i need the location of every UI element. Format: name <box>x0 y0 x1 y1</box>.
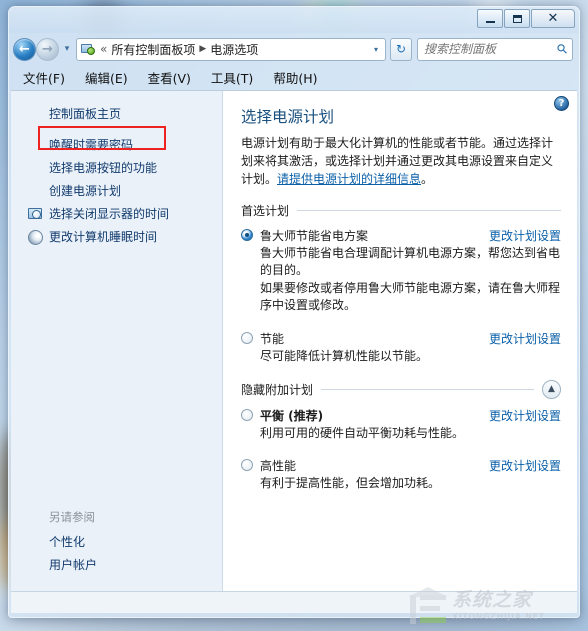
power-plan-row[interactable]: 鲁大师节能省电方案 更改计划设置 <box>241 227 561 244</box>
group-divider <box>297 210 561 211</box>
see-also-section: 另请参阅 个性化 用户帐户 <box>11 505 222 591</box>
power-plan-name: 高性能 <box>260 459 297 474</box>
power-plan-radio[interactable] <box>241 459 253 472</box>
hidden-plans-label: 隐藏附加计划 <box>241 382 314 397</box>
power-plan-row[interactable]: 高性能 更改计划设置 <box>241 457 561 474</box>
power-plan-radio[interactable] <box>241 408 253 421</box>
power-plan-details-link[interactable]: 请提供电源计划的详细信息 <box>277 172 421 186</box>
power-plan-item: 鲁大师节能省电方案 更改计划设置 鲁大师节能省电合理调配计算机电源方案，帮您达到… <box>241 227 561 315</box>
chevron-up-icon[interactable]: ▲ <box>542 379 561 399</box>
power-plan-name: 鲁大师节能省电方案 <box>260 229 369 243</box>
menu-view[interactable]: 查看(V) <box>148 68 191 87</box>
page-description: 电源计划有助于最大化计算机的性能或者节能。通过选择计划来将其激活，或选择计划并通… <box>241 134 559 188</box>
back-arrow-icon[interactable]: ← <box>13 37 36 61</box>
power-plan-radio-selected[interactable] <box>241 229 253 241</box>
breadcrumb-overflow-icon[interactable]: « <box>100 42 107 56</box>
sidebar-item-control-panel-home[interactable]: 控制面板主页 <box>11 103 222 134</box>
sidebar-item-choose-display-off-time[interactable]: 选择关闭显示器的时间 <box>11 203 222 226</box>
search-input[interactable] <box>422 41 559 57</box>
page-description-tail: 。 <box>421 172 434 186</box>
menu-help[interactable]: 帮助(H) <box>273 68 317 87</box>
change-plan-settings-link[interactable]: 更改计划设置 <box>489 227 561 244</box>
sidebar-item-change-computer-sleep-time[interactable]: 更改计算机睡眠时间 <box>11 226 222 249</box>
menu-edit[interactable]: 编辑(E) <box>85 68 128 87</box>
power-plan-radio[interactable] <box>241 331 253 344</box>
power-plan-item: 节能 更改计划设置 尽可能降低计算机性能以节能。 <box>241 330 561 365</box>
sidebar-item-choose-power-button-action[interactable]: 选择电源按钮的功能 <box>11 157 222 180</box>
main-panel: ? 选择电源计划 电源计划有助于最大化计算机的性能或者节能。通过选择计划来将其激… <box>223 91 577 591</box>
change-plan-settings-link[interactable]: 更改计划设置 <box>489 330 561 347</box>
page-title: 选择电源计划 <box>241 108 335 126</box>
history-dropdown-icon[interactable]: ▾ <box>61 44 73 54</box>
navigation-bar: ← → ▾ « 所有控制面板项 ▶ 电源选项 ▾ ↻ ⚲ <box>9 33 579 65</box>
close-icon: ✕ <box>547 11 559 26</box>
help-icon[interactable]: ? <box>554 96 569 111</box>
maximize-icon <box>512 14 522 23</box>
control-panel-icon <box>81 42 96 57</box>
power-plan-item: 平衡 (推荐) 更改计划设置 利用可用的硬件自动平衡功耗与性能。 <box>241 407 561 442</box>
breadcrumb-separator-icon: ▶ <box>199 44 207 54</box>
minimize-button[interactable] <box>477 9 503 28</box>
sidebar-item-create-power-plan[interactable]: 创建电源计划 <box>11 180 222 203</box>
status-bar <box>11 591 577 613</box>
sidebar-item-label: 更改计算机睡眠时间 <box>49 230 158 244</box>
change-plan-settings-link[interactable]: 更改计划设置 <box>489 407 561 424</box>
see-also-title: 另请参阅 <box>49 510 95 524</box>
sidebar-item-require-password-on-wakeup[interactable]: 唤醒时需要密码 <box>11 134 222 157</box>
change-plan-settings-link[interactable]: 更改计划设置 <box>489 457 561 474</box>
window-titlebar: ✕ <box>9 7 579 33</box>
power-plan-row[interactable]: 节能 更改计划设置 <box>241 330 561 347</box>
maximize-button[interactable] <box>504 9 530 28</box>
minimize-icon <box>485 20 495 23</box>
power-plan-description: 有利于提高性能，但会增加功耗。 <box>260 476 441 491</box>
see-also-item-personalization[interactable]: 个性化 <box>11 531 222 554</box>
breadcrumb-power-options[interactable]: 电源选项 <box>210 41 258 58</box>
see-also-item-user-accounts[interactable]: 用户帐户 <box>11 554 222 577</box>
power-plan-description: 鲁大师节能省电合理调配计算机电源方案，帮您达到省电的目的。 如果要修改或者停用鲁… <box>260 246 561 313</box>
power-plan-name: 节能 <box>260 331 285 346</box>
menu-file[interactable]: 文件(F) <box>23 68 65 87</box>
control-panel-window: ✕ ← → ▾ « 所有控制面板项 ▶ 电源选项 ▾ ↻ ⚲ 文件(F) 编辑(… <box>8 6 580 618</box>
search-box[interactable]: ⚲ <box>417 37 573 61</box>
group-divider <box>321 388 534 390</box>
power-plan-description: 利用可用的硬件自动平衡功耗与性能。 <box>260 425 465 440</box>
power-plan-item: 高性能 更改计划设置 有利于提高性能，但会增加功耗。 <box>241 457 561 492</box>
refresh-button[interactable]: ↻ <box>390 37 412 61</box>
power-plan-name: 平衡 (推荐) <box>260 408 324 423</box>
moon-sleep-icon <box>28 230 43 245</box>
close-button[interactable]: ✕ <box>531 9 575 28</box>
address-bar[interactable]: « 所有控制面板项 ▶ 电源选项 ▾ <box>76 37 386 61</box>
breadcrumb-all-control-panel-items[interactable]: 所有控制面板项 <box>111 41 195 58</box>
preferred-plans-group-header: 首选计划 <box>241 202 561 219</box>
window-controls: ✕ <box>477 9 575 28</box>
power-plan-row[interactable]: 平衡 (推荐) 更改计划设置 <box>241 407 561 424</box>
preferred-plans-label: 首选计划 <box>241 204 290 218</box>
monitor-clock-icon <box>28 207 43 222</box>
sidebar: 控制面板主页 唤醒时需要密码 选择电源按钮的功能 创建电源计划 选择关闭显示器的… <box>11 91 223 591</box>
sidebar-item-label: 选择关闭显示器的时间 <box>49 207 170 221</box>
address-dropdown-icon[interactable]: ▾ <box>369 45 383 54</box>
menu-bar: 文件(F) 编辑(E) 查看(V) 工具(T) 帮助(H) <box>9 65 579 89</box>
menu-tools[interactable]: 工具(T) <box>211 68 253 87</box>
hidden-plans-group-header: 隐藏附加计划 ▲ <box>241 379 561 399</box>
power-plan-description: 尽可能降低计算机性能以节能。 <box>260 348 429 363</box>
window-content: 控制面板主页 唤醒时需要密码 选择电源按钮的功能 创建电源计划 选择关闭显示器的… <box>11 90 577 591</box>
forward-arrow-icon[interactable]: → <box>36 37 59 61</box>
